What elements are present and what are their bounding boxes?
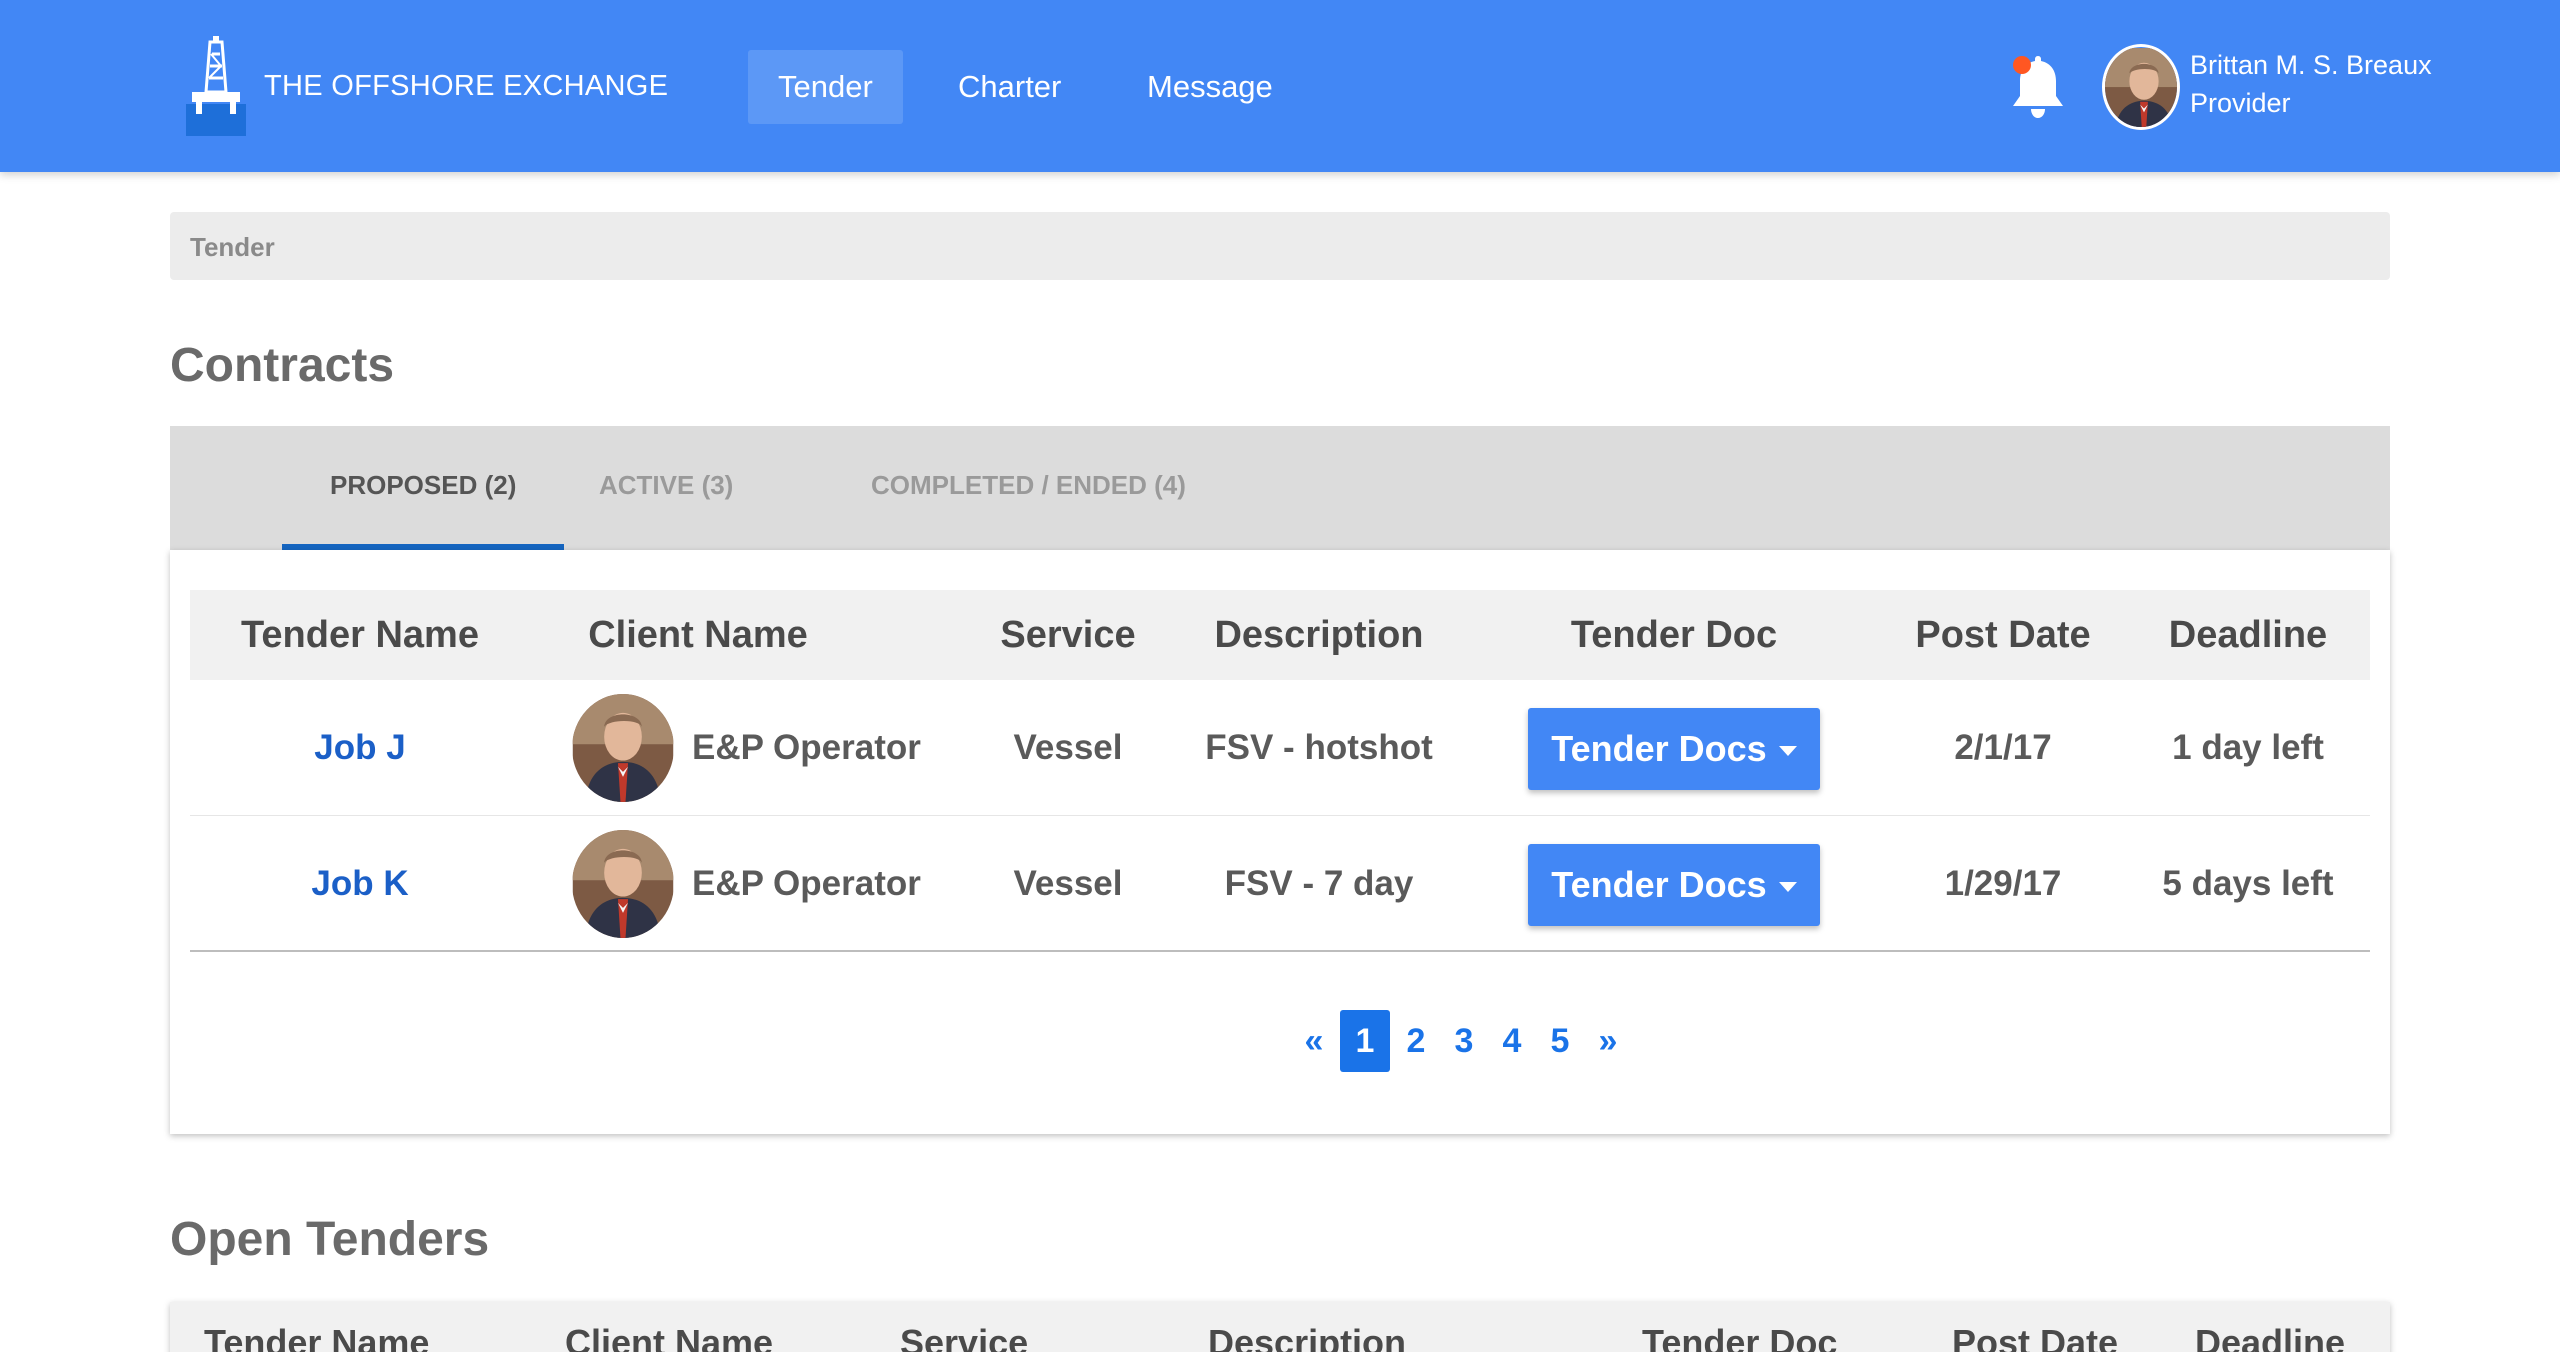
open-tenders-table-header: Tender Name Client Name Service Descript… (170, 1302, 2390, 1352)
notifications-button[interactable] (2006, 50, 2070, 122)
brand-name: THE OFFSHORE EXCHANGE (264, 69, 669, 102)
nav-tender[interactable]: Tender (748, 50, 903, 124)
column-header-tender-doc[interactable]: Tender Doc (1642, 1322, 1837, 1352)
user-avatar-image (2105, 48, 2177, 127)
user-name[interactable]: Brittan M. S. Breaux (2190, 50, 2432, 81)
column-header-post-date[interactable]: Post Date (1952, 1322, 2118, 1352)
column-header-tender-doc[interactable]: Tender Doc (1571, 590, 1777, 680)
open-tenders-title: Open Tenders (170, 1213, 490, 1266)
tender-name-link[interactable]: Job K (311, 864, 408, 903)
post-date-cell: 2/1/17 (1954, 728, 2052, 767)
client-cell: E&P Operator (572, 830, 921, 938)
deadline-cell: 1 day left (2172, 728, 2324, 767)
column-header-description[interactable]: Description (1208, 1322, 1406, 1352)
pagination-next[interactable]: » (1584, 1010, 1632, 1072)
pagination-page-4[interactable]: 4 (1488, 1010, 1536, 1072)
user-role: Provider (2190, 88, 2291, 118)
service-cell: Vessel (1013, 864, 1123, 903)
post-date-cell: 1/29/17 (1944, 864, 2062, 903)
client-cell: E&P Operator (572, 694, 921, 802)
tab-proposed[interactable]: PROPOSED (2) (282, 426, 565, 550)
pagination-prev[interactable]: « (1290, 1010, 1338, 1072)
notification-dot (2013, 56, 2031, 74)
column-header-deadline[interactable]: Deadline (2169, 590, 2327, 680)
caret-down-icon (1778, 746, 1797, 756)
description-cell: FSV - hotshot (1205, 728, 1433, 767)
contracts-card: Tender Name Client Name Service Descript… (170, 550, 2390, 1134)
tab-completed-ended[interactable]: COMPLETED / ENDED (4) (823, 426, 1234, 550)
client-avatar[interactable] (572, 694, 674, 802)
pagination: « 1 2 3 4 5 » (1290, 1010, 1632, 1072)
contracts-tabs: PROPOSED (2) ACTIVE (3) COMPLETED / ENDE… (170, 426, 2390, 550)
description-cell: FSV - 7 day (1224, 864, 1414, 903)
brand-link[interactable]: THE OFFSHORE EXCHANGE (186, 36, 668, 136)
tender-docs-dropdown[interactable]: Tender Docs (1528, 708, 1820, 790)
pagination-page-3[interactable]: 3 (1440, 1010, 1488, 1072)
breadcrumb: Tender (170, 212, 2390, 280)
tender-docs-label: Tender Docs (1551, 864, 1767, 905)
top-navbar: THE OFFSHORE EXCHANGE Tender Charter Mes… (0, 0, 2560, 172)
pagination-page-2[interactable]: 2 (1392, 1010, 1440, 1072)
client-avatar-image (572, 830, 674, 938)
oil-rig-icon (186, 36, 246, 136)
nav-charter[interactable]: Charter (928, 50, 1091, 124)
column-header-client-name[interactable]: Client Name (565, 1322, 773, 1352)
column-header-deadline[interactable]: Deadline (2195, 1322, 2345, 1352)
client-name: E&P Operator (692, 864, 921, 903)
service-cell: Vessel (1013, 728, 1123, 767)
table-row: Job K E&P Operator Vessel FSV - 7 day Te… (190, 816, 2370, 952)
column-header-tender-name[interactable]: Tender Name (204, 1322, 429, 1352)
tender-docs-label: Tender Docs (1551, 728, 1767, 769)
pagination-page-5[interactable]: 5 (1536, 1010, 1584, 1072)
table-row: Job J E&P Operator Vessel FSV - hotshot … (190, 680, 2370, 816)
column-header-description[interactable]: Description (1214, 590, 1423, 680)
deadline-cell: 5 days left (2162, 864, 2334, 903)
tender-docs-dropdown[interactable]: Tender Docs (1528, 844, 1820, 926)
tender-name-link[interactable]: Job J (314, 728, 405, 767)
client-avatar-image (572, 694, 674, 802)
tab-active[interactable]: ACTIVE (3) (551, 426, 781, 550)
column-header-service[interactable]: Service (900, 1322, 1028, 1352)
column-header-client-name[interactable]: Client Name (588, 590, 808, 680)
contracts-title: Contracts (170, 339, 395, 392)
breadcrumb-current: Tender (190, 232, 275, 262)
pagination-page-1[interactable]: 1 (1340, 1010, 1390, 1072)
column-header-service[interactable]: Service (1000, 590, 1135, 680)
column-header-tender-name[interactable]: Tender Name (241, 590, 479, 680)
table-header: Tender Name Client Name Service Descript… (190, 590, 2370, 680)
caret-down-icon (1778, 882, 1797, 892)
client-name: E&P Operator (692, 728, 921, 767)
column-header-post-date[interactable]: Post Date (1915, 590, 2090, 680)
open-tenders-card: Tender Name Client Name Service Descript… (170, 1302, 2390, 1352)
client-avatar[interactable] (572, 830, 674, 938)
nav-message[interactable]: Message (1117, 50, 1303, 124)
user-avatar[interactable] (2102, 44, 2180, 130)
